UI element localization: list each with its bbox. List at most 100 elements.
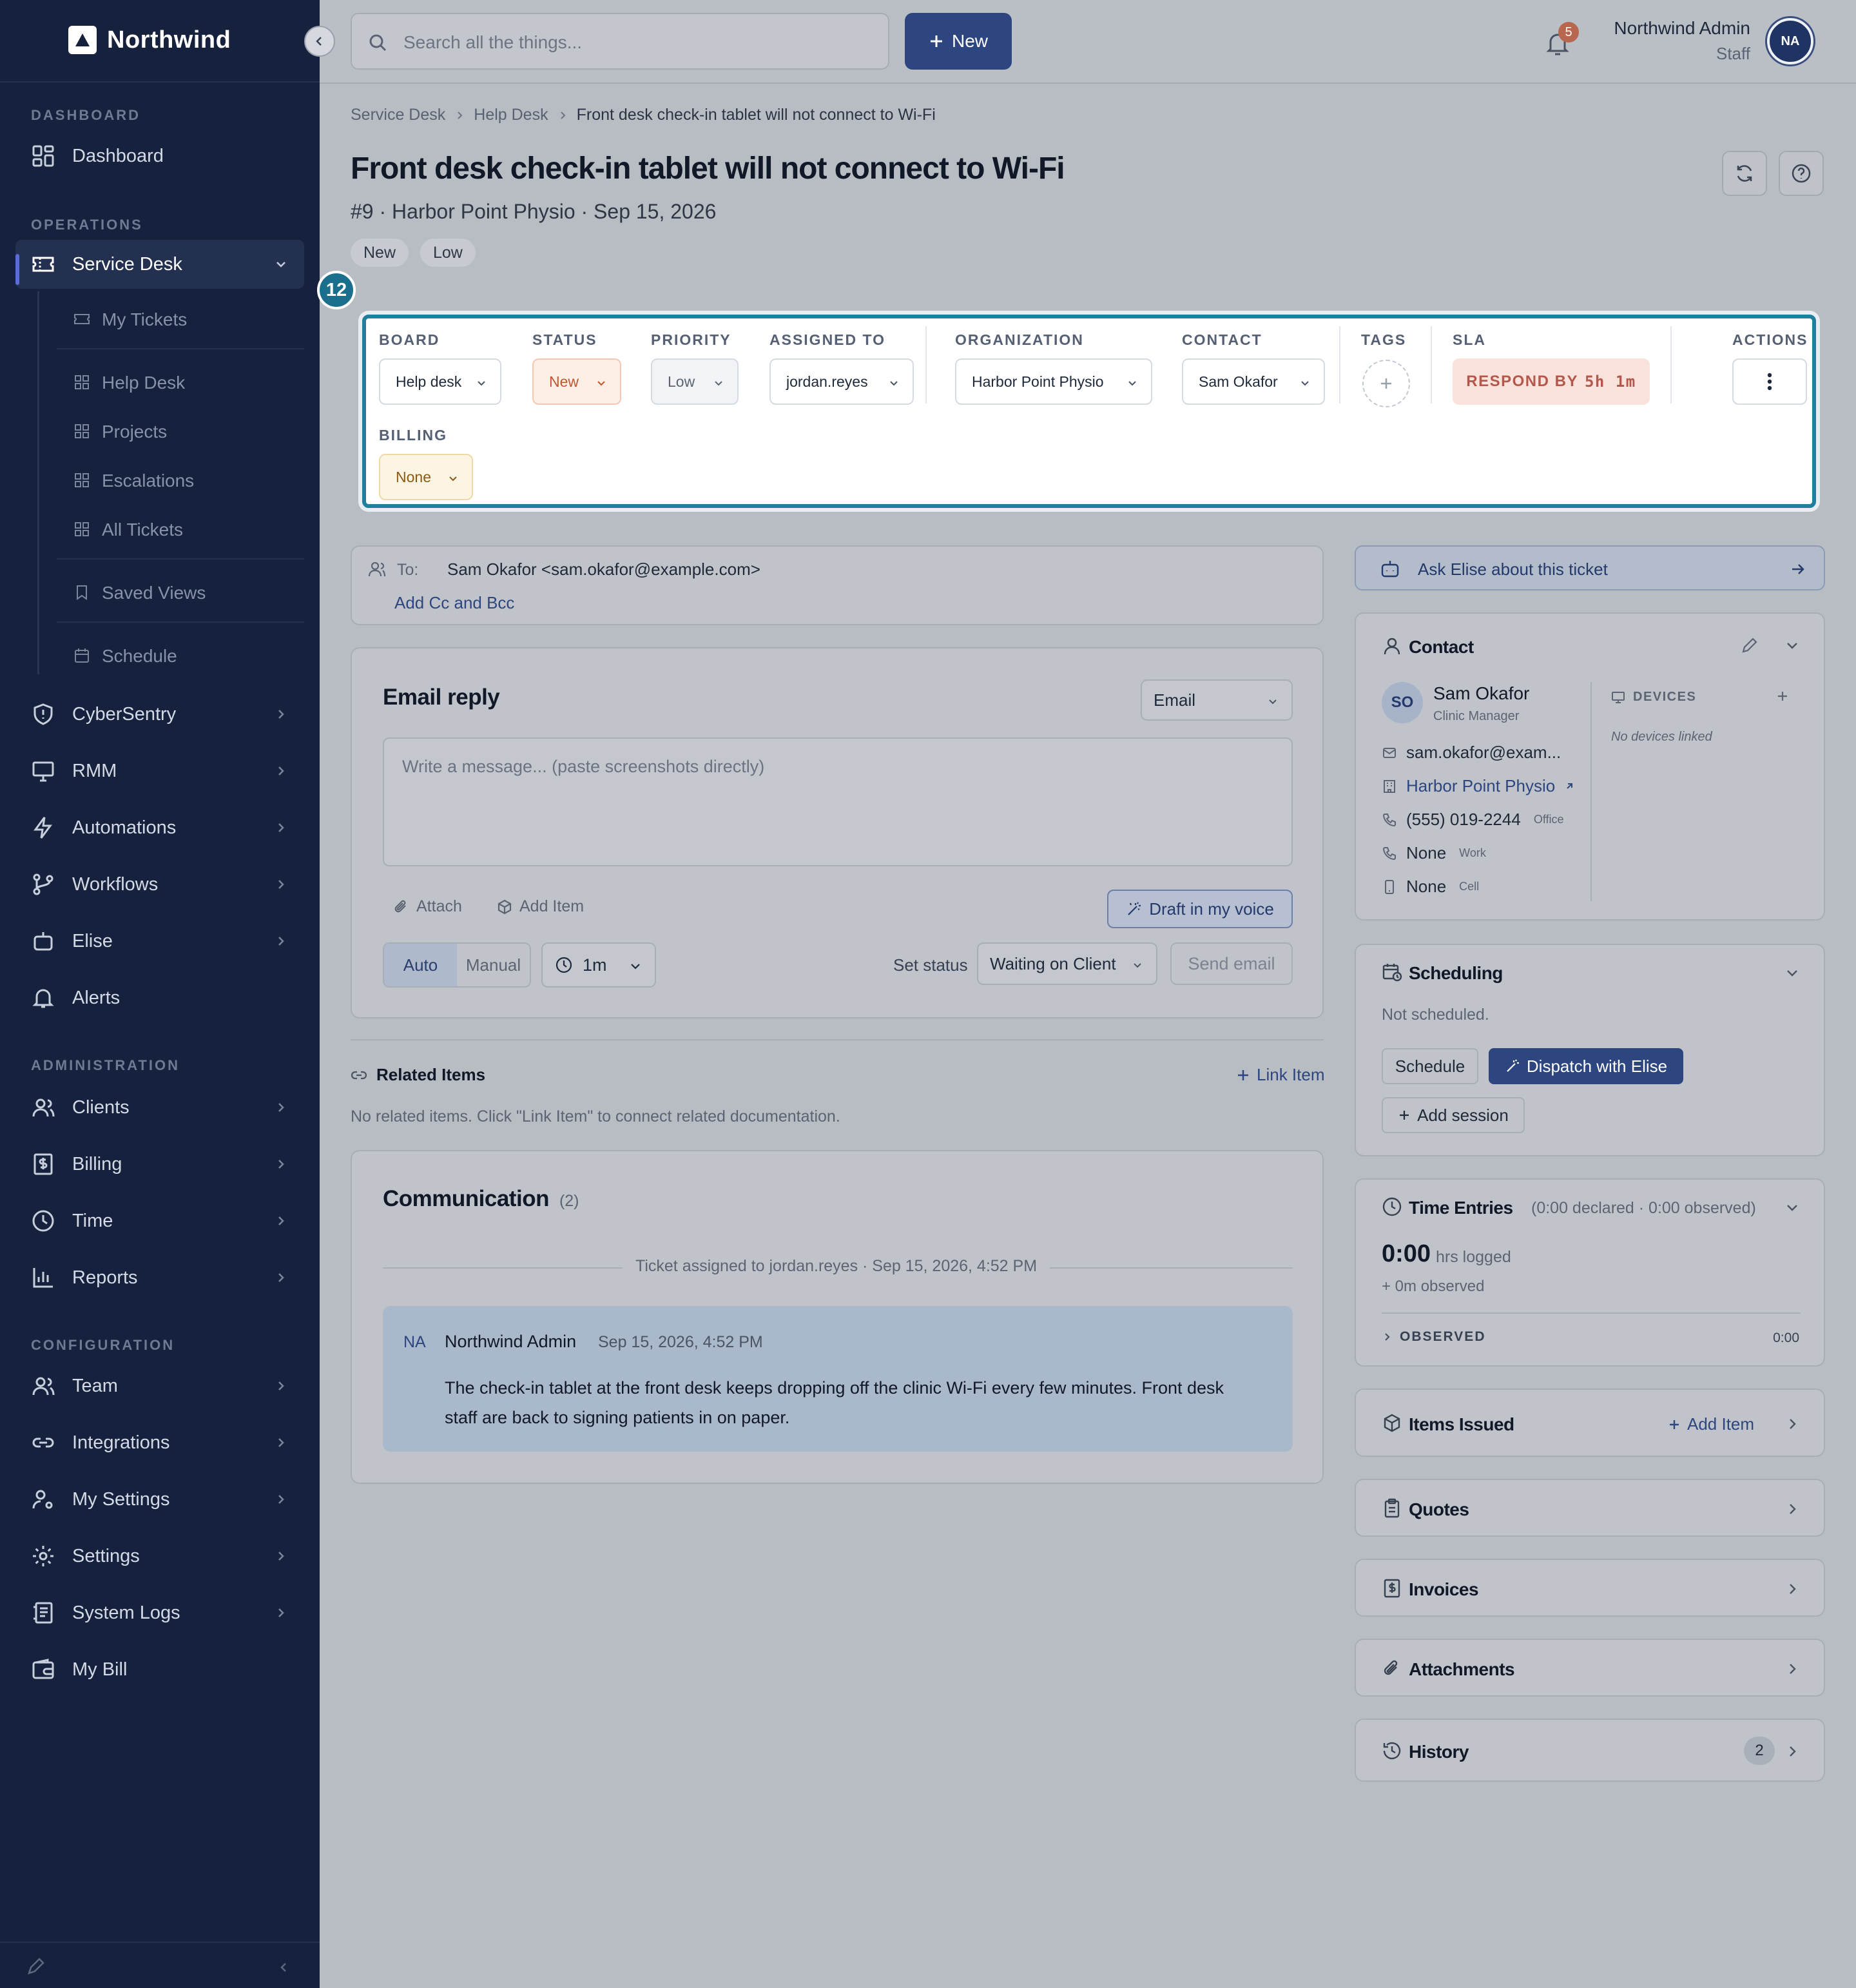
billing-select[interactable]: None xyxy=(379,454,473,500)
paperclip-icon xyxy=(394,900,406,912)
submenu-divider xyxy=(57,621,304,623)
add-item-button[interactable]: Add Item xyxy=(496,897,584,916)
invoices-card[interactable]: Invoices xyxy=(1355,1559,1825,1617)
breadcrumb-service-desk[interactable]: Service Desk xyxy=(351,106,445,124)
sidebar-item-rmm[interactable]: RMM xyxy=(15,746,304,795)
time-divider xyxy=(1382,1312,1801,1314)
sidebar-footer xyxy=(0,1942,320,1988)
sidebar-item-settings[interactable]: Settings xyxy=(15,1532,304,1581)
plus-icon[interactable] xyxy=(1776,690,1789,703)
scheduling-status: Not scheduled. xyxy=(1382,1006,1489,1024)
chevron-right-icon xyxy=(278,1608,284,1617)
contact-name[interactable]: Sam Okafor xyxy=(1433,683,1529,704)
refresh-button[interactable] xyxy=(1722,151,1767,196)
sidebar-subitem-projects[interactable]: Projects xyxy=(57,409,304,453)
plus-icon xyxy=(1670,1419,1679,1429)
assigned-select[interactable]: jordan.reyes xyxy=(769,358,914,405)
board-label: BOARD xyxy=(379,331,440,348)
sidebar-item-clients[interactable]: Clients xyxy=(15,1083,304,1132)
sidebar-subitem-saved-views[interactable]: Saved Views xyxy=(57,570,304,614)
pencil-icon[interactable] xyxy=(1740,636,1759,655)
items-add-button[interactable]: Add Item xyxy=(1668,1414,1754,1434)
more-actions-button[interactable] xyxy=(1732,358,1807,405)
communication-count: (2) xyxy=(559,1192,579,1210)
link-item-button[interactable]: Link Item xyxy=(1236,1065,1325,1085)
observed-value: 0:00 xyxy=(1773,1330,1799,1345)
quotes-card[interactable]: Quotes xyxy=(1355,1479,1825,1537)
sidebar-item-automations[interactable]: Automations xyxy=(15,803,304,852)
chevron-right-icon xyxy=(278,1273,284,1282)
sidebar-subitem-all-tickets[interactable]: All Tickets xyxy=(57,507,304,551)
sidebar-subitem-schedule[interactable]: Schedule xyxy=(57,633,304,677)
sidebar-item-my-bill[interactable]: My Bill xyxy=(15,1645,304,1694)
history-card[interactable]: History 2 xyxy=(1355,1719,1825,1782)
priority-select[interactable]: Low xyxy=(651,358,739,405)
board-select[interactable]: Help desk xyxy=(379,358,501,405)
add-session-button[interactable]: Add session xyxy=(1382,1097,1525,1133)
sidebar-subitem-help-desk[interactable]: Help Desk xyxy=(57,360,304,404)
search-input[interactable]: Search all the things... xyxy=(351,13,889,70)
sidebar-item-team[interactable]: Team xyxy=(15,1361,304,1410)
sidebar-collapse-button[interactable] xyxy=(304,26,335,57)
chevron-down-icon[interactable] xyxy=(1785,1200,1799,1214)
chevron-down-icon[interactable] xyxy=(1785,966,1799,980)
schedule-button[interactable]: Schedule xyxy=(1382,1048,1478,1084)
chevron-left-icon[interactable] xyxy=(277,1961,290,1974)
sidebar: Northwind DASHBOARD Dashboard OPERATIONS… xyxy=(0,0,320,1988)
ask-elise-button[interactable]: Ask Elise about this ticket xyxy=(1355,545,1825,590)
avatar[interactable]: NA xyxy=(1767,18,1813,64)
contact-phone-office[interactable]: (555) 019-2244 Office xyxy=(1382,810,1564,830)
add-item-label: Add Item xyxy=(519,897,585,915)
sidebar-item-reports[interactable]: Reports xyxy=(15,1253,304,1302)
contact-select[interactable]: Sam Okafor xyxy=(1182,358,1325,405)
sidebar-item-service-desk[interactable]: Service Desk xyxy=(15,240,304,289)
breadcrumb-help-desk[interactable]: Help Desk xyxy=(474,106,548,124)
contact-email[interactable]: sam.okafor@exam... xyxy=(1382,743,1561,763)
add-tag-button[interactable] xyxy=(1362,360,1410,407)
dashboard-icon xyxy=(32,145,54,167)
message-textarea[interactable]: Write a message... (paste screenshots di… xyxy=(383,737,1293,866)
help-button[interactable] xyxy=(1779,151,1824,196)
pencil-icon[interactable] xyxy=(26,1957,45,1976)
sidebar-item-workflows[interactable]: Workflows xyxy=(15,860,304,909)
sidebar-item-time[interactable]: Time xyxy=(15,1196,304,1245)
sidebar-item-alerts[interactable]: Alerts xyxy=(15,973,304,1022)
attach-button[interactable]: Attach xyxy=(393,897,462,916)
add-cc-bcc-link[interactable]: Add Cc and Bcc xyxy=(394,593,514,613)
mode-manual[interactable]: Manual xyxy=(457,944,530,986)
user-role: Staff xyxy=(1716,44,1750,63)
sidebar-item-cybersentry[interactable]: CyberSentry xyxy=(15,690,304,739)
sidebar-item-billing[interactable]: Billing xyxy=(15,1140,304,1189)
contact-role: Clinic Manager xyxy=(1433,709,1520,723)
set-status-select[interactable]: Waiting on Client xyxy=(977,942,1157,985)
new-button[interactable]: New xyxy=(905,13,1012,70)
notification-count-badge: 5 xyxy=(1558,22,1579,43)
send-email-button[interactable]: Send email xyxy=(1170,942,1293,985)
organization-select[interactable]: Harbor Point Physio xyxy=(955,358,1152,405)
chevron-down-icon[interactable] xyxy=(1785,638,1799,652)
attachments-card[interactable]: Attachments xyxy=(1355,1639,1825,1697)
to-recipient[interactable]: Sam Okafor <sam.okafor@example.com> xyxy=(447,560,760,580)
sidebar-subitem-my-tickets[interactable]: My Tickets xyxy=(57,297,304,340)
draft-in-my-voice-button[interactable]: Draft in my voice xyxy=(1107,890,1293,928)
contact-organization-link[interactable]: Harbor Point Physio xyxy=(1382,776,1574,796)
sidebar-item-dashboard[interactable]: Dashboard xyxy=(15,132,304,180)
items-issued-card[interactable]: Items Issued Add Item xyxy=(1355,1389,1825,1457)
status-select[interactable]: New xyxy=(532,358,621,405)
dispatch-with-elise-button[interactable]: Dispatch with Elise xyxy=(1489,1048,1683,1084)
observed-toggle[interactable]: OBSERVED xyxy=(1382,1329,1485,1345)
sidebar-item-integrations[interactable]: Integrations xyxy=(15,1418,304,1467)
contact-cell-type: Cell xyxy=(1459,880,1480,893)
channel-select[interactable]: Email xyxy=(1141,679,1293,721)
sidebar-item-system-logs[interactable]: System Logs xyxy=(15,1588,304,1637)
brand[interactable]: Northwind xyxy=(68,22,231,58)
sidebar-subitem-label: My Tickets xyxy=(102,309,188,329)
status-value: New xyxy=(549,373,579,390)
quotes-title: Quotes xyxy=(1409,1499,1469,1519)
mode-auto[interactable]: Auto xyxy=(384,944,457,986)
sidebar-item-elise[interactable]: Elise xyxy=(15,917,304,966)
chevron-down-icon xyxy=(1128,381,1136,386)
sidebar-item-my-settings[interactable]: My Settings xyxy=(15,1475,304,1524)
delay-select[interactable]: 1m xyxy=(541,942,656,988)
sidebar-subitem-escalations[interactable]: Escalations xyxy=(57,458,304,502)
